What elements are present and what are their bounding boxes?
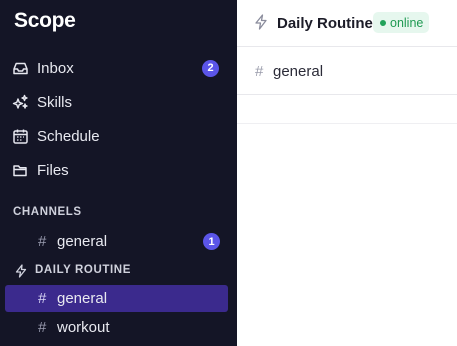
unread-badge: 1 — [203, 233, 220, 250]
sidebar-item-files[interactable]: Files — [0, 155, 237, 185]
app-logo[interactable]: Scope — [14, 9, 76, 33]
sparkles-icon — [12, 94, 29, 111]
sidebar-item-inbox[interactable]: Inbox 2 — [0, 53, 237, 83]
hash-icon: # — [255, 63, 264, 80]
bolt-icon — [255, 14, 267, 30]
channels-section-header: CHANNELS — [13, 206, 82, 218]
sidebar-item-schedule[interactable]: Schedule — [0, 121, 237, 151]
sidebar: Scope Inbox 2 Skills Schedule Files CHAN… — [0, 0, 237, 346]
main-panel: Daily Routine online # general — [237, 0, 457, 346]
channel-label: general — [57, 233, 108, 250]
divider — [237, 123, 457, 124]
calendar-icon — [12, 128, 29, 145]
inbox-icon — [12, 60, 29, 77]
status-text: online — [390, 15, 424, 30]
daily-routine-section-header[interactable]: DAILY ROUTINE — [35, 264, 131, 276]
online-dot-icon — [380, 19, 386, 26]
sidebar-item-skills[interactable]: Skills — [0, 87, 237, 117]
page-title: Daily Routine — [277, 15, 373, 32]
sidebar-item-label: Schedule — [37, 127, 100, 145]
status-badge: online — [373, 12, 430, 33]
sidebar-item-label: Inbox — [37, 59, 74, 77]
channel-row-general[interactable]: # general — [237, 47, 457, 95]
hash-icon: # — [38, 319, 47, 336]
bolt-icon — [15, 264, 27, 278]
sidebar-item-label: Skills — [37, 93, 73, 111]
unread-badge: 2 — [202, 59, 219, 77]
sidebar-channel-routine-workout[interactable]: # workout — [5, 314, 228, 341]
sidebar-item-label: Files — [37, 161, 69, 179]
channel-header: Daily Routine online — [237, 0, 457, 47]
sidebar-channel-routine-general[interactable]: # general — [5, 285, 228, 312]
channel-label: general — [57, 290, 108, 307]
channel-label: general — [273, 63, 324, 80]
hash-icon: # — [38, 290, 47, 307]
folder-icon — [12, 162, 29, 179]
sidebar-channel-general[interactable]: # general 1 — [5, 228, 228, 255]
hash-icon: # — [38, 233, 47, 250]
channel-label: workout — [57, 319, 110, 336]
